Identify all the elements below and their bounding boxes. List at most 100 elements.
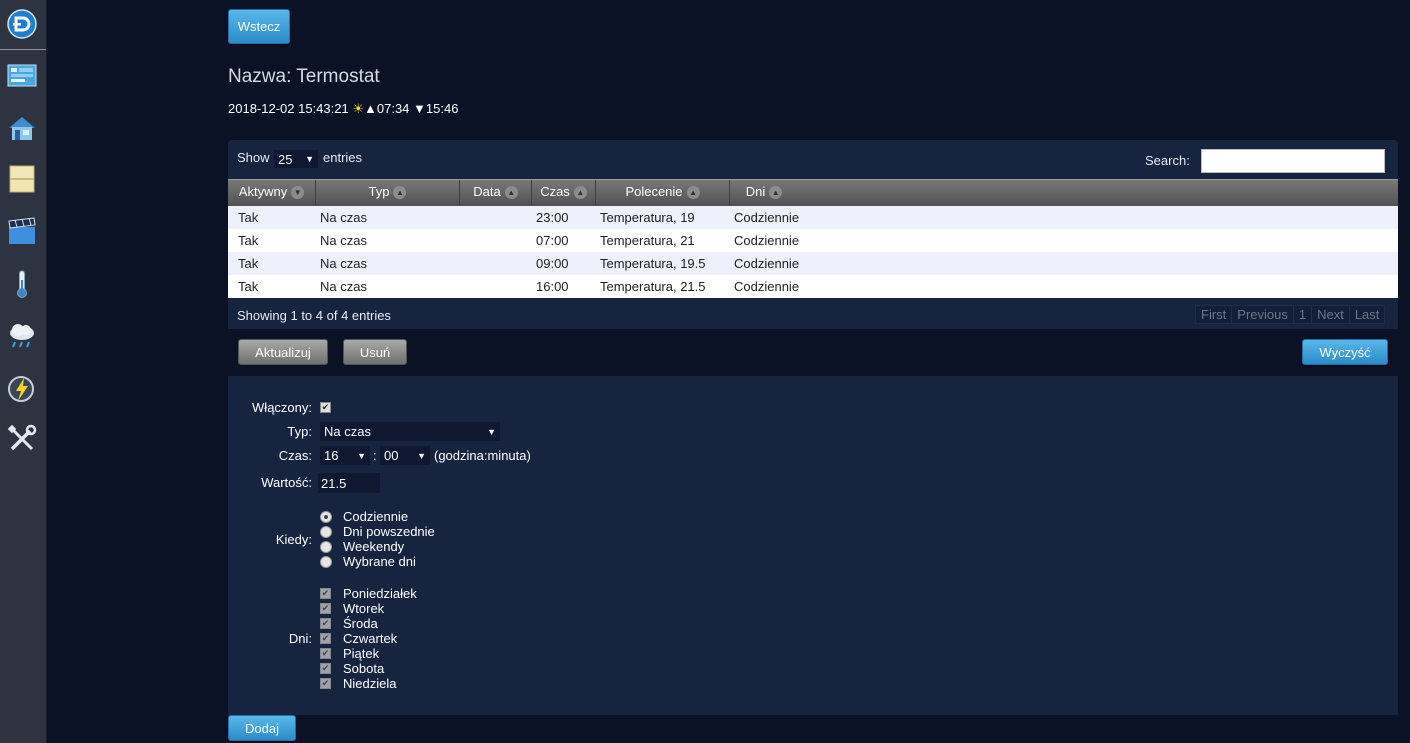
thermometer-icon[interactable] [6,268,38,300]
search-label: Search: [1145,153,1190,168]
value-input[interactable] [318,473,380,493]
blinds-icon[interactable] [6,163,38,195]
day-label: Niedziela [343,676,397,691]
update-button[interactable]: Aktualizuj [238,339,328,365]
column-label: Polecenie [625,184,683,199]
hour-select[interactable]: 16 ▼ [320,446,370,465]
table-cell: Codziennie [734,279,800,294]
when-option-label: Wybrane dni [343,554,416,569]
enabled-checkbox[interactable]: ✔ [320,402,331,413]
show-label: Show [237,150,270,165]
type-select[interactable]: Na czas ▼ [320,422,500,441]
day-label: Poniedziałek [343,586,417,601]
dashboard-icon[interactable] [6,60,38,92]
house-icon[interactable] [6,112,38,144]
column-header-polecenie[interactable]: Polecenie ▲ [596,180,730,207]
utility-gauge-icon[interactable] [6,372,38,404]
column-header-czas[interactable]: Czas ▲ [532,180,596,207]
add-button[interactable]: Dodaj [228,715,296,741]
when-radio[interactable] [320,511,332,523]
table-cell: Tak [238,233,259,248]
table-cell: Codziennie [734,256,800,271]
day-label: Sobota [343,661,385,676]
tools-setup-icon[interactable] [6,423,38,455]
current-datetime: 2018-12-02 15:43:21 [228,101,349,116]
page-size-value: 25 [278,151,293,167]
column-header-data[interactable]: Data ▲ [460,180,532,207]
sun-icon: ☀ [352,101,364,116]
page-title: Nazwa: Termostat [228,66,380,87]
table-cell: Codziennie [734,233,800,248]
pagination: First Previous 1 Next Last [1195,305,1386,324]
day-checkbox[interactable]: ✔ [320,678,331,689]
day-checkbox[interactable]: ✔ [320,648,331,659]
table-cell: Temperatura, 19 [600,210,695,225]
column-label: Aktywny [238,184,288,199]
search-input[interactable] [1201,149,1385,173]
when-radio[interactable] [320,526,332,538]
day-checkbox[interactable]: ✔ [320,618,331,629]
when-radio[interactable] [320,556,332,568]
table-cell: Tak [238,256,259,271]
type-label: Typ: [287,424,312,439]
pager-previous[interactable]: Previous [1231,305,1294,324]
day-checkbox[interactable]: ✔ [320,603,331,614]
sort-icon: ▲ [769,185,783,199]
datetime-line: 2018-12-02 15:43:21 ☀▲07:34 ▼15:46 [228,101,458,117]
pager-first[interactable]: First [1195,305,1233,324]
page-size-select[interactable]: 25 ▼ [274,150,318,168]
when-radio[interactable] [320,541,332,553]
delete-button[interactable]: Usuń [343,339,407,365]
column-label: Dni [745,184,766,199]
sort-icon: ▲ [573,185,587,199]
day-label: Środa [343,616,378,631]
column-header-typ[interactable]: Typ ▲ [316,180,460,207]
column-header-aktywny[interactable]: Aktywny ▼ [228,180,316,207]
type-value: Na czas [324,424,371,439]
logo-area [0,0,46,50]
clear-button[interactable]: Wyczyść [1302,339,1388,365]
table-cell: Na czas [320,233,367,248]
table-cell: Na czas [320,256,367,271]
table-cell: Codziennie [734,210,800,225]
back-button[interactable]: Wstecz [228,9,290,44]
days-label: Dni: [288,631,312,646]
value-label: Wartość: [261,475,312,490]
weather-icon[interactable] [6,320,38,352]
pager-last[interactable]: Last [1348,305,1386,324]
sort-icon: ▲ [393,185,407,199]
time-separator: : [373,448,377,463]
table-cell: Tak [238,210,259,225]
day-label: Wtorek [343,601,385,616]
chevron-down-icon: ▼ [487,426,496,437]
when-option-label: Weekendy [343,539,405,554]
table-cell: Temperatura, 21.5 [600,279,706,294]
table-row[interactable]: Tak Na czas 16:00 Temperatura, 21.5 Codzienn… [228,275,1398,298]
scenes-clapperboard-icon[interactable] [6,215,38,247]
domoticz-logo-icon[interactable] [7,9,37,39]
sort-icon: ▲ [504,185,518,199]
column-label: Typ [368,184,390,199]
day-checkbox[interactable]: ✔ [320,663,331,674]
day-label: Piątek [343,646,380,661]
day-checkbox[interactable]: ✔ [320,633,331,644]
entries-label: entries [323,150,363,165]
day-checkbox[interactable]: ✔ [320,588,331,599]
pager-page-1[interactable]: 1 [1292,305,1313,324]
table-row[interactable]: Tak Na czas 09:00 Temperatura, 19.5 Codzienn… [228,252,1398,275]
table-info: Showing 1 to 4 of 4 entries [237,308,391,323]
hour-value: 16 [324,448,339,463]
table-row[interactable]: Tak Na czas 07:00 Temperatura, 21 Codziennie [228,229,1398,252]
table-cell: Na czas [320,279,367,294]
when-option-label: Codziennie [343,509,409,524]
minute-select[interactable]: 00 ▼ [380,446,430,465]
column-header-dni[interactable]: Dni ▲ [730,180,798,207]
table-row[interactable]: Tak Na czas 23:00 Temperatura, 19 Codziennie [228,206,1398,229]
time-label: Czas: [278,448,312,463]
chevron-down-icon: ▼ [417,450,426,461]
sunrise-time: ▲07:34 [364,101,410,116]
pager-next[interactable]: Next [1311,305,1350,324]
table-cell: Temperatura, 19.5 [600,256,706,271]
sort-icon: ▲ [686,185,700,199]
table-cell: 23:00 [536,210,569,225]
